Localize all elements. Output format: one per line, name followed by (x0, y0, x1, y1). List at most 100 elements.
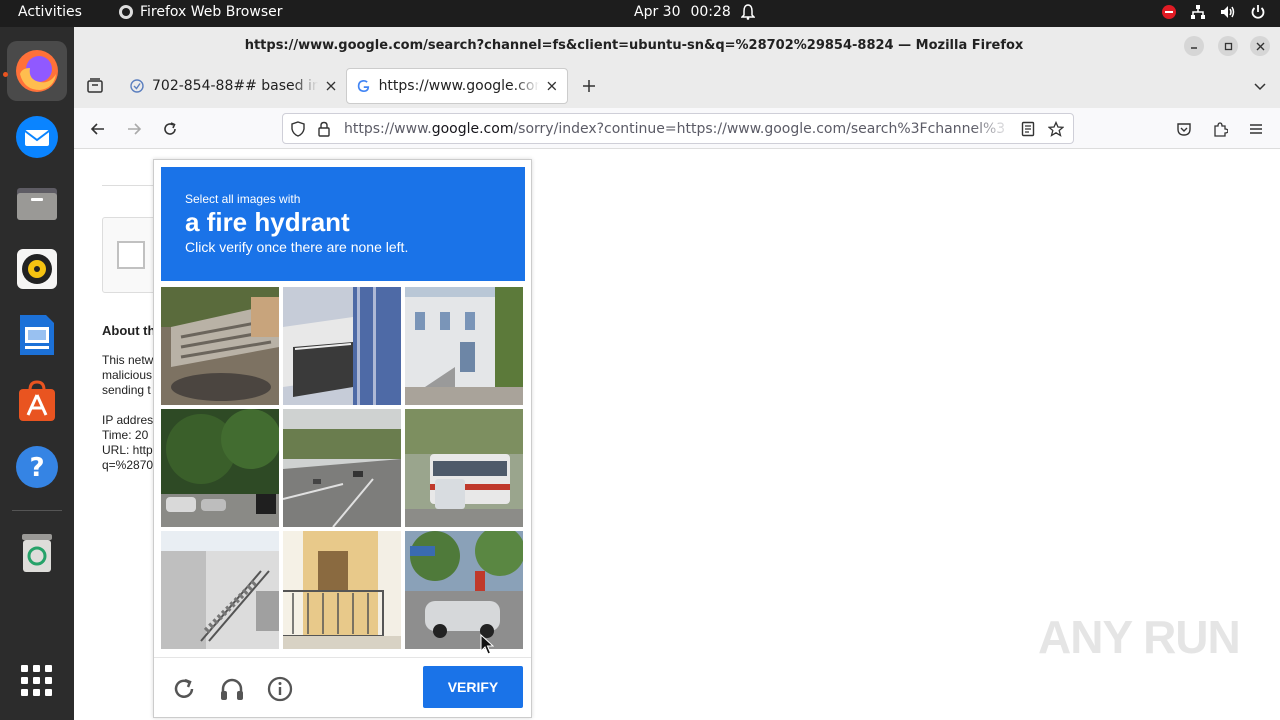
running-indicator (3, 72, 8, 77)
captcha-tile-7[interactable] (161, 531, 279, 649)
svg-text:?: ? (29, 453, 44, 483)
dock-files[interactable] (7, 173, 67, 233)
app-grid-icon (21, 665, 52, 696)
libreoffice-impress-icon (20, 315, 54, 355)
url-prefix: https://www. (344, 120, 432, 137)
system-tray[interactable] (1162, 4, 1266, 20)
verify-button[interactable]: VERIFY (423, 666, 523, 708)
headphones-icon (221, 678, 243, 700)
reader-view-icon[interactable] (1021, 121, 1035, 137)
show-apps-button[interactable] (7, 651, 67, 711)
instruction-sub: Click verify once there are none left. (185, 239, 409, 255)
maximize-button[interactable] (1218, 36, 1238, 56)
captcha-tile-5[interactable] (283, 409, 401, 527)
captcha-tile-6[interactable] (405, 409, 523, 527)
notification-bell-icon (740, 4, 755, 20)
window-title: https://www.google.com/search?channel=fs… (244, 38, 1024, 53)
clock-date: Apr 30 (634, 4, 681, 20)
captcha-footer-divider (154, 657, 531, 658)
firefox-view-button[interactable] (84, 75, 106, 97)
url-info-text: URL: http (102, 443, 153, 457)
dock-thunderbird[interactable] (7, 107, 67, 167)
firefox-small-icon (119, 5, 133, 19)
tab-label: https://www.google.com (378, 78, 540, 94)
dock: ? (0, 27, 74, 720)
dock-rhythmbox[interactable] (7, 239, 67, 299)
tab-google[interactable]: https://www.google.com (346, 68, 568, 104)
help-icon: ? (16, 446, 58, 488)
thunderbird-icon (16, 116, 58, 158)
pocket-button[interactable] (1173, 118, 1195, 140)
rhythmbox-icon (17, 249, 57, 289)
audio-challenge-button[interactable] (218, 675, 246, 703)
about-line-2: malicious (102, 368, 153, 382)
help-info-button[interactable] (266, 675, 294, 703)
mouse-cursor-icon (480, 634, 494, 655)
pocket-icon (1177, 123, 1191, 136)
bookmark-star-icon[interactable] (1048, 120, 1064, 137)
close-tab-icon[interactable] (326, 81, 336, 91)
captcha-tile-8[interactable] (283, 531, 401, 649)
firefox-view-icon (87, 78, 103, 93)
reload-challenge-button[interactable] (170, 675, 198, 703)
minimize-icon (1191, 47, 1197, 49)
instruction-target: a fire hydrant (185, 207, 350, 237)
apartment-stairs-image (161, 531, 279, 649)
recaptcha-checkbox[interactable] (117, 241, 145, 269)
minimize-button[interactable] (1184, 36, 1204, 56)
google-favicon-icon (357, 79, 370, 93)
do-not-disturb-icon[interactable] (1162, 5, 1176, 19)
back-button[interactable] (87, 118, 109, 140)
captcha-tile-4[interactable] (161, 409, 279, 527)
app-menu-button[interactable] (1245, 118, 1267, 140)
tracking-protection-shield-icon[interactable] (290, 120, 306, 137)
close-window-button[interactable] (1250, 36, 1270, 56)
url-bar[interactable]: https://www.google.com/sorry/index?conti… (282, 113, 1074, 144)
chevron-down-icon (1254, 83, 1266, 91)
dock-help[interactable]: ? (7, 437, 67, 497)
house-street-image (405, 287, 523, 405)
info-icon (267, 676, 293, 702)
captcha-tile-9[interactable] (405, 531, 523, 649)
tab-spam-site[interactable]: 702-854-88## based in L (120, 68, 346, 104)
back-arrow-icon (90, 123, 104, 135)
dock-app-center[interactable] (7, 371, 67, 431)
about-line-3: sending t (102, 383, 151, 397)
extensions-button[interactable] (1209, 118, 1231, 140)
dock-libreoffice-impress[interactable] (7, 305, 67, 365)
app-name: Firefox Web Browser (140, 4, 283, 20)
captcha-tile-3[interactable] (405, 287, 523, 405)
app-menu[interactable]: Firefox Web Browser (118, 4, 283, 20)
new-tab-button[interactable] (578, 75, 600, 97)
dock-firefox[interactable] (7, 41, 67, 101)
files-icon (17, 188, 57, 220)
reload-icon (164, 122, 176, 135)
restore-icon (1224, 42, 1232, 50)
close-tab-icon[interactable] (547, 81, 557, 91)
bus-street-image (405, 409, 523, 527)
plus-icon (583, 80, 595, 92)
clock[interactable]: Apr 30 00:28 (634, 4, 755, 20)
captcha-tile-2[interactable] (283, 287, 401, 405)
hamburger-menu-icon (1250, 124, 1262, 134)
reload-button[interactable] (159, 118, 181, 140)
dock-trash[interactable] (7, 521, 67, 581)
about-line-1: This netw (102, 353, 154, 367)
url-text[interactable]: https://www.google.com/sorry/index?conti… (344, 121, 1012, 137)
forward-arrow-icon (128, 123, 142, 135)
forward-button[interactable] (123, 118, 145, 140)
app-center-icon (19, 380, 55, 421)
captcha-instructions: Select all images with a fire hydrant Cl… (161, 167, 525, 281)
tree-street-cars-image (161, 409, 279, 527)
padlock-icon[interactable] (317, 121, 331, 137)
close-icon (1256, 42, 1264, 50)
activities-button[interactable]: Activities (18, 4, 82, 20)
list-all-tabs-button[interactable] (1249, 75, 1271, 97)
url-rest: /sorry/index?continue=https://www.google… (513, 120, 1006, 137)
window-titlebar: https://www.google.com/search?channel=fs… (74, 27, 1280, 64)
trash-icon (22, 534, 52, 572)
captcha-tile-1[interactable] (161, 287, 279, 405)
clock-time: 00:28 (690, 4, 731, 20)
firefox-icon (16, 50, 58, 92)
tab-bar: 702-854-88## based in L https://www.goog… (74, 64, 1280, 108)
